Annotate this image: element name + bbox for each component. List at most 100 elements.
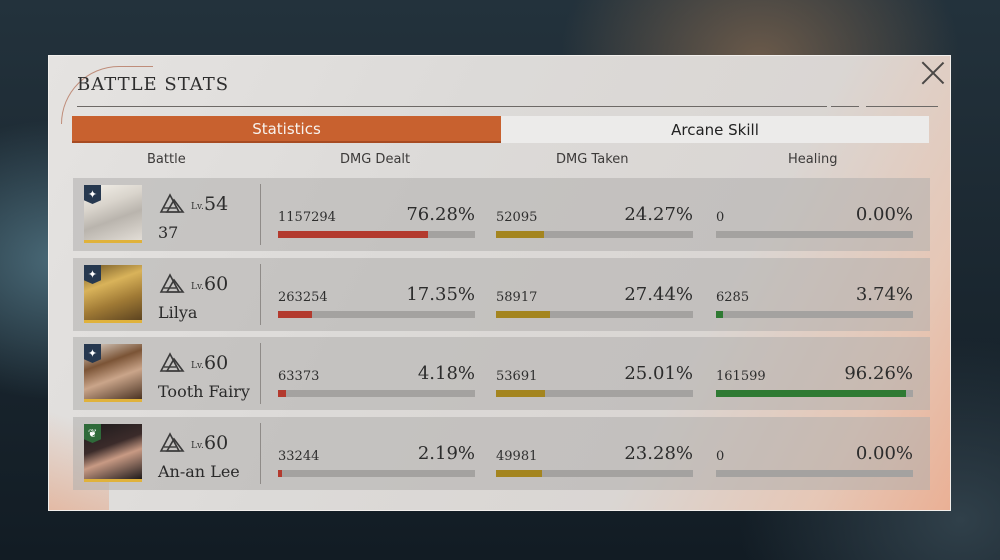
leaf-icon: ❦ [84, 424, 101, 443]
character-row: ✦ Lv. 54 37 1157294 76.28% 52095 24.27% … [73, 178, 930, 251]
stat-healing-value: 161599 [716, 369, 766, 384]
column-header-dmg-taken: DMG Taken [556, 152, 629, 167]
stat-dealt: 33244 2.19% [278, 443, 475, 479]
character-row: ❦ Lv. 60 An-an Lee 33244 2.19% 49981 23.… [73, 417, 930, 490]
character-level: 60 [204, 352, 229, 374]
stat-dealt-percent: 76.28% [406, 204, 475, 225]
stat-dealt-percent: 2.19% [417, 443, 475, 464]
character-level: 60 [204, 432, 229, 454]
stat-taken-bar [496, 390, 693, 397]
stat-dealt-bar-fill [278, 231, 429, 238]
level-prefix: Lv. [191, 282, 204, 292]
stat-dealt: 63373 4.18% [278, 363, 475, 399]
stat-dealt: 263254 17.35% [278, 284, 475, 320]
stat-healing-value: 6285 [716, 290, 750, 305]
stat-taken-percent: 27.44% [624, 284, 693, 305]
stat-taken: 53691 25.01% [496, 363, 693, 399]
rank-triangle-icon [159, 193, 185, 213]
stat-taken-bar-fill [496, 231, 544, 238]
stat-taken-bar [496, 231, 693, 238]
battle-stats-dialog: BATTLE STATS Statistics Arcane Skill Bat… [48, 55, 951, 511]
stat-dealt-bar [278, 390, 475, 397]
column-header-battle: Battle [147, 152, 186, 167]
stat-dealt-value: 33244 [278, 449, 320, 464]
stats-tabs: Statistics Arcane Skill [72, 116, 929, 143]
character-portrait[interactable]: ✦ [84, 265, 142, 323]
stat-taken: 52095 24.27% [496, 204, 693, 240]
level-prefix: Lv. [191, 441, 204, 451]
stat-dealt-bar [278, 311, 475, 318]
stat-dealt-value: 63373 [278, 369, 320, 384]
dialog-title: BATTLE STATS [77, 74, 230, 95]
stat-dealt-percent: 17.35% [406, 284, 475, 305]
character-portrait[interactable]: ❦ [84, 424, 142, 482]
stat-healing: 161599 96.26% [716, 363, 913, 399]
title-underline-segment [866, 106, 938, 107]
stat-taken-bar-fill [496, 311, 551, 318]
rank-triangle-icon [159, 273, 185, 293]
stat-taken-value: 49981 [496, 449, 538, 464]
stat-healing: 0 0.00% [716, 204, 913, 240]
stat-healing: 0 0.00% [716, 443, 913, 479]
character-name: Lilya [158, 303, 198, 322]
stat-healing-bar-fill [716, 390, 906, 397]
column-header-dmg-dealt: DMG Dealt [340, 152, 411, 167]
close-icon[interactable] [920, 60, 946, 86]
stat-healing-percent: 0.00% [855, 204, 913, 225]
rank-triangle-icon [159, 432, 185, 452]
star-icon: ✦ [84, 185, 101, 204]
stat-taken-bar [496, 470, 693, 477]
stat-healing-percent: 96.26% [844, 363, 913, 384]
row-divider [260, 184, 261, 245]
stat-healing-bar [716, 390, 913, 397]
stat-dealt-bar-fill [278, 390, 287, 397]
title-underline [77, 106, 827, 107]
level-prefix: Lv. [191, 361, 204, 371]
stat-healing: 6285 3.74% [716, 284, 913, 320]
star-icon: ✦ [84, 344, 101, 363]
stat-taken-value: 52095 [496, 210, 538, 225]
stat-taken-value: 53691 [496, 369, 538, 384]
stat-dealt-percent: 4.18% [417, 363, 475, 384]
stat-dealt-value: 1157294 [278, 210, 336, 225]
stat-taken-percent: 23.28% [624, 443, 693, 464]
stat-healing-value: 0 [716, 210, 725, 225]
stat-healing-bar-fill [716, 311, 724, 318]
character-level: 54 [204, 193, 229, 215]
stat-dealt-bar-fill [278, 311, 313, 318]
column-header-healing: Healing [788, 152, 838, 167]
stat-dealt-bar [278, 470, 475, 477]
stat-healing-percent: 0.00% [855, 443, 913, 464]
character-portrait[interactable]: ✦ [84, 185, 142, 243]
rank-triangle-icon [159, 352, 185, 372]
character-name: 37 [158, 223, 179, 242]
stat-healing-value: 0 [716, 449, 725, 464]
character-name: An-an Lee [158, 462, 240, 481]
character-level: 60 [204, 273, 229, 295]
stat-dealt-value: 263254 [278, 290, 328, 305]
level-prefix: Lv. [191, 202, 204, 212]
tab-arcane-skill[interactable]: Arcane Skill [501, 116, 929, 143]
stat-taken-percent: 24.27% [624, 204, 693, 225]
stat-healing-bar [716, 470, 913, 477]
tab-statistics[interactable]: Statistics [72, 116, 501, 143]
stat-dealt-bar-fill [278, 470, 283, 477]
character-name: Tooth Fairy [158, 382, 250, 401]
stat-taken-bar-fill [496, 470, 542, 477]
stat-healing-percent: 3.74% [855, 284, 913, 305]
character-row: ✦ Lv. 60 Tooth Fairy 63373 4.18% 53691 2… [73, 337, 930, 410]
stat-taken-percent: 25.01% [624, 363, 693, 384]
stat-taken-bar-fill [496, 390, 546, 397]
stat-healing-bar [716, 311, 913, 318]
stat-taken-value: 58917 [496, 290, 538, 305]
stat-dealt-bar [278, 231, 475, 238]
character-portrait[interactable]: ✦ [84, 344, 142, 402]
row-divider [260, 423, 261, 484]
stat-healing-bar [716, 231, 913, 238]
title-underline-segment [831, 106, 859, 107]
stat-taken: 49981 23.28% [496, 443, 693, 479]
row-divider [260, 343, 261, 404]
star-icon: ✦ [84, 265, 101, 284]
stat-taken: 58917 27.44% [496, 284, 693, 320]
dialog-header: BATTLE STATS [61, 66, 230, 124]
